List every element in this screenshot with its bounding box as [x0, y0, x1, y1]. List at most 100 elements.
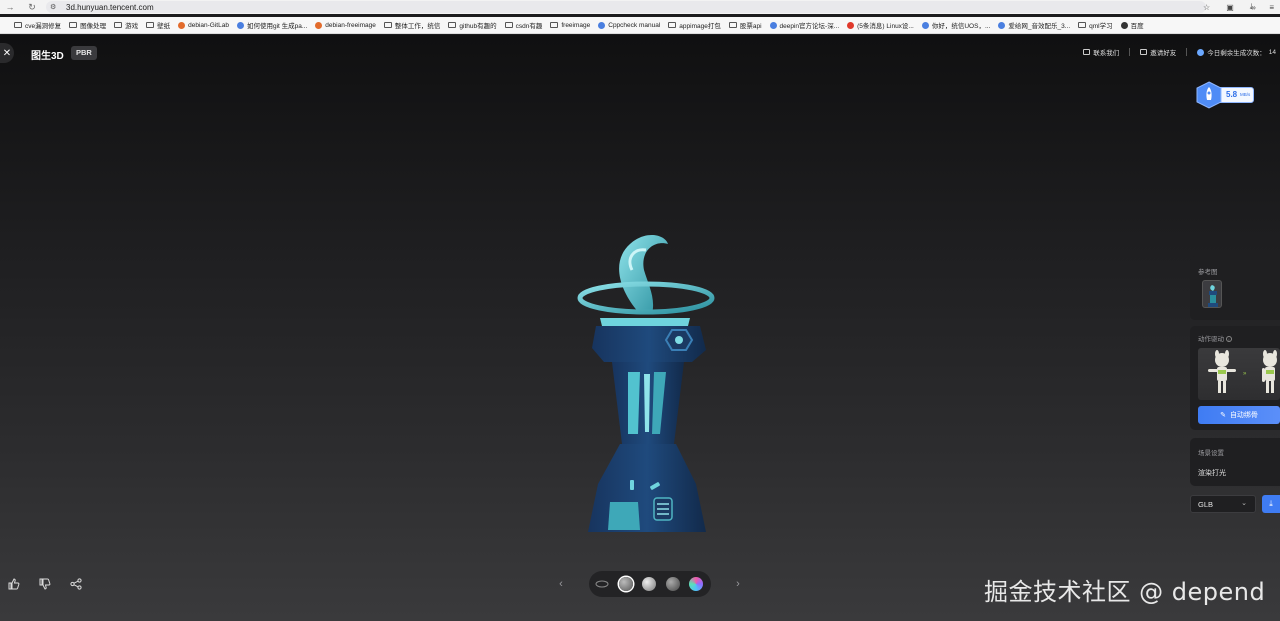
bookmark-label: 图像处理 [80, 23, 107, 30]
bookmark-item[interactable]: 游戏 [114, 20, 138, 30]
browser-address-bar: → ↻ ⚙ 3d.hunyuan.tencent.com ☆ ▣ ⤓ ≡ [0, 0, 1280, 14]
bookmark-item[interactable]: 爱给网_音效配乐_3... [998, 20, 1070, 30]
csdn-icon [847, 21, 855, 29]
like-button[interactable] [5, 575, 23, 593]
bookmark-item[interactable]: csdn有趣 [504, 20, 543, 30]
bookmark-label: debian-GitLab [188, 21, 229, 29]
divider [1186, 48, 1188, 56]
bookmark-label: 游戏 [125, 23, 139, 30]
mail-icon [1083, 49, 1091, 55]
format-value: GLB [1198, 499, 1214, 509]
metallic-material-button[interactable] [666, 577, 680, 591]
bookmark-label: 壁纸 [157, 23, 171, 30]
invite-friends-label: 邀请好友 [1150, 50, 1177, 57]
bookmark-item[interactable]: qml学习 [1078, 20, 1113, 30]
wireframe-icon[interactable] [595, 577, 609, 591]
reload-icon[interactable]: ↻ [26, 2, 38, 13]
character-preview-icon: » [1208, 350, 1277, 393]
share-button[interactable] [67, 575, 85, 593]
format-select[interactable]: GLB ⌄ [1190, 495, 1256, 513]
site-icon [598, 21, 606, 29]
bookmark-item[interactable]: 壁纸 [146, 20, 170, 30]
bookmark-item[interactable]: 如何使用git 生成pa... [236, 20, 308, 30]
remaining-label: 今日剩余生成次数： [1207, 50, 1266, 57]
download-button[interactable]: ⤓ [1262, 495, 1280, 513]
extensions-icon[interactable]: ▣ [1226, 3, 1234, 12]
url-field[interactable]: ⚙ 3d.hunyuan.tencent.com [46, 1, 1206, 13]
forward-icon[interactable]: → [4, 2, 16, 12]
bookmark-item[interactable]: (5条消息) Linux设... [847, 20, 914, 30]
invite-friends-link[interactable]: 邀请好友 [1140, 47, 1176, 57]
bookmark-item[interactable]: 图像处理 [69, 20, 106, 30]
svg-text:»: » [1243, 371, 1247, 377]
bookmark-item[interactable]: freeimage [550, 22, 590, 29]
bookmark-label: 你好，统信UOS，... [931, 23, 991, 30]
auto-rig-button[interactable]: ✎ 自动绑骨 [1198, 406, 1280, 424]
download-icon: ⤓ [1269, 499, 1273, 508]
folder-icon [69, 22, 78, 28]
white-model-button[interactable] [642, 577, 656, 591]
globe-icon [1120, 21, 1128, 29]
normal-map-button[interactable] [689, 577, 703, 591]
bookmark-item[interactable]: appimage打包 [668, 20, 721, 30]
speed-value: 5.8 [1226, 90, 1238, 99]
bookmark-label: github有趣的 [459, 23, 497, 30]
remaining-generations: 今日剩余生成次数： 14 [1197, 47, 1276, 57]
folder-icon [668, 22, 677, 28]
bookmark-item[interactable]: debian-GitLab [178, 21, 229, 29]
bookmark-item[interactable]: 百度 [1120, 20, 1144, 30]
pbr-badge: PBR [71, 46, 97, 60]
bookmark-label: 如何使用git 生成pa... [246, 23, 308, 30]
bookmark-label: 爱给网_音效配乐_3... [1008, 23, 1071, 30]
url-text: 3d.hunyuan.tencent.com [66, 2, 154, 12]
3d-model-tower[interactable] [560, 222, 730, 552]
scene-settings-card: 场景设置 渲染打光 [1190, 438, 1280, 486]
bookmark-label: qml学习 [1089, 23, 1113, 30]
bookmark-item[interactable]: debian-freeimage [315, 21, 376, 29]
motion-label: 动作驱动 [1198, 336, 1224, 343]
bookmark-item[interactable]: deepin官方论坛-深... [769, 20, 839, 30]
bookmark-item[interactable]: cve漏洞修复 [14, 20, 61, 30]
chevron-down-icon: ⌄ [1241, 500, 1247, 507]
reference-thumbnail[interactable] [1202, 280, 1222, 308]
textured-material-button[interactable] [619, 577, 633, 591]
next-arrow-button[interactable]: › [730, 576, 746, 592]
motion-preview[interactable]: » [1198, 348, 1280, 400]
site-icon [921, 21, 929, 29]
bookmark-label: appimage打包 [679, 23, 721, 30]
bookmark-item[interactable]: github有趣的 [448, 20, 497, 30]
bookmark-label: 百度 [1130, 23, 1144, 30]
page-title: 图生3D [31, 51, 64, 62]
bookmark-item[interactable]: Cppcheck manual [598, 21, 660, 29]
bookmark-item[interactable]: 你好，统信UOS，... [921, 20, 991, 30]
scene-settings-label: 场景设置 [1198, 450, 1224, 457]
bookmark-label: cve漏洞修复 [25, 23, 62, 30]
render-lighting-option[interactable]: 渲染打光 [1198, 468, 1226, 478]
prev-arrow-button[interactable]: ‹ [553, 576, 569, 592]
folder-icon [14, 22, 22, 28]
thumbs-up-icon [8, 578, 20, 590]
bookmark-item[interactable]: 整体工作，统信 [383, 20, 440, 30]
motion-card: 动作驱动 i » ✎ 自动绑骨 [1190, 326, 1280, 430]
folder-icon [550, 22, 559, 28]
network-speed-widget[interactable]: 5.8 MB/s [1196, 81, 1258, 109]
bookmark-item[interactable]: 股票api [728, 20, 762, 30]
contact-us-link[interactable]: 联系我们 [1083, 47, 1119, 57]
bookmark-label: (5条消息) Linux设... [857, 23, 914, 30]
motion-label-wrap: 动作驱动 i [1198, 333, 1232, 343]
folder-icon [728, 22, 737, 28]
bookmark-label: csdn有趣 [515, 23, 543, 30]
info-icon[interactable]: i [1226, 336, 1232, 343]
speed-unit: MB/s [1240, 92, 1251, 97]
site-icon [769, 21, 777, 29]
star-icon[interactable]: ☆ [1203, 3, 1210, 12]
contact-us-label: 联系我们 [1093, 50, 1120, 57]
bookmark-label: debian-freeimage [325, 21, 376, 29]
bone-icon: ✎ [1220, 412, 1226, 419]
coin-icon [1197, 48, 1205, 56]
dislike-button[interactable] [36, 575, 54, 593]
site-info-icon[interactable]: ⚙ [50, 3, 60, 11]
menu-icon[interactable]: ≡ [1269, 3, 1274, 12]
folder-icon [146, 22, 155, 28]
bookmarks-more-icon[interactable]: » [1252, 3, 1256, 12]
